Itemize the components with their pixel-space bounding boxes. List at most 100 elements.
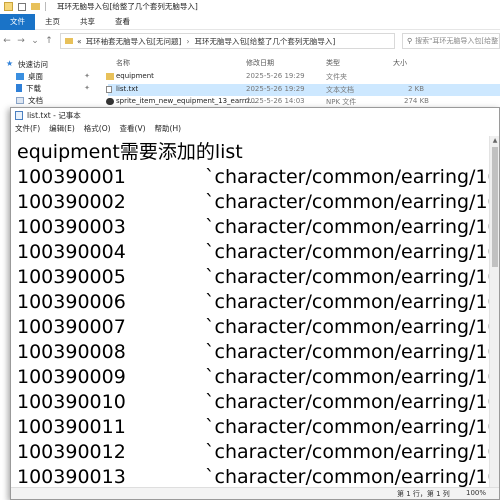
item-path: `character/common/earring/100 (205, 441, 489, 463)
up-arrow-icon[interactable]: ↑ (42, 36, 56, 46)
ribbon-tabs: 文件 主页 共享 查看 (0, 13, 500, 30)
tab-file[interactable]: 文件 (0, 13, 35, 30)
item-id: 100390009 (17, 366, 126, 388)
status-bar: 第 1 行，第 1 列 100% (11, 487, 499, 499)
item-id: 100390008 (17, 341, 126, 363)
text-line: 100390008 `character/common/earring/100 (17, 340, 489, 365)
pin-icon: ✦ (84, 84, 90, 92)
column-size[interactable]: 大小 (393, 58, 407, 68)
item-id: 100390005 (17, 266, 126, 288)
text-line: 100390012 `character/common/earring/100 (17, 440, 489, 465)
item-path: `character/common/earring/100 (205, 191, 489, 213)
document-icon (16, 96, 24, 104)
item-id: 100390013 (17, 466, 126, 488)
file-date: 2025-5-26 19:29 (246, 85, 305, 93)
properties-icon[interactable] (18, 2, 26, 11)
notepad-window: list.txt - 记事本 文件(F) 编辑(E) 格式(O) 查看(V) 帮… (10, 107, 500, 500)
item-path: `character/common/earring/100 (205, 366, 489, 388)
text-line: 100390009 `character/common/earring/100 (17, 365, 489, 390)
sidebar-item-label: 下载 (26, 83, 41, 93)
cursor-position: 第 1 行，第 1 列 (397, 490, 450, 498)
item-path: `character/common/earring/100 (205, 291, 489, 313)
zoom-level: 100% (466, 489, 487, 497)
file-list-header: 名称 修改日期 类型 大小 (108, 56, 500, 70)
text-line: 100390005 `character/common/earring/100 (17, 265, 489, 290)
text-line: 100390006 `character/common/earring/100 (17, 290, 489, 315)
item-path: `character/common/earring/100 (205, 266, 489, 288)
divider (45, 2, 46, 11)
search-icon: ⚲ (407, 37, 413, 45)
text-line: 100390003 `character/common/earring/100 (17, 215, 489, 240)
item-path: `character/common/earring/100 (205, 341, 489, 363)
sidebar-item-quick-access[interactable]: ★ 快速访问 (0, 58, 96, 70)
sidebar-item-label: 桌面 (28, 71, 43, 81)
header-line: equipment需要添加的list (17, 141, 243, 163)
menu-edit[interactable]: 编辑(E) (49, 123, 75, 134)
address-bar[interactable]: « 耳环袖套无脑导入包[无问题] › 耳环无脑导入包[给整了几个套列无脑导入] (60, 33, 395, 49)
column-date[interactable]: 修改日期 (246, 58, 274, 68)
text-line: 100390011 `character/common/earring/100 (17, 415, 489, 440)
item-id: 100390004 (17, 241, 126, 263)
forward-arrow-icon[interactable]: → (14, 36, 28, 46)
desktop: 耳环无脑导入包[给整了几个套列无脑导入] 文件 主页 共享 查看 ← → ⌄ ↑… (0, 0, 500, 500)
notepad-titlebar[interactable]: list.txt - 记事本 (11, 108, 499, 122)
text-line: 100390004 `character/common/earring/100 (17, 240, 489, 265)
item-path: `character/common/earring/100 (205, 216, 489, 238)
scroll-up-icon[interactable]: ▲ (490, 136, 500, 146)
item-path: `character/common/earring/100 (205, 316, 489, 338)
text-line: 100390002 `character/common/earring/100 (17, 190, 489, 215)
tab-view[interactable]: 查看 (105, 14, 140, 30)
file-row-selected[interactable]: list.txt 2025-5-26 19:29 文本文档 2 KB (106, 84, 500, 96)
notepad-icon (15, 110, 23, 120)
notepad-menubar: 文件(F) 编辑(E) 格式(O) 查看(V) 帮助(H) (11, 122, 499, 135)
text-line: 100390013 `character/common/earring/100 (17, 465, 489, 488)
item-id: 100390001 (17, 166, 126, 188)
column-type[interactable]: 类型 (326, 58, 340, 68)
file-size: 2 KB (408, 85, 425, 93)
item-id: 100390003 (17, 216, 126, 238)
menu-format[interactable]: 格式(O) (84, 123, 111, 134)
sidebar-item-label: 快速访问 (18, 59, 48, 69)
file-type: 文本文档 (326, 86, 354, 94)
search-input[interactable]: ⚲ 搜索"耳环无脑导入包[给整了几个... (402, 33, 500, 49)
item-id: 100390006 (17, 291, 126, 313)
download-icon (16, 84, 22, 92)
menu-view[interactable]: 查看(V) (120, 123, 146, 134)
file-row[interactable]: equipment 2025-5-26 19:29 文件夹 (106, 71, 500, 83)
desktop-icon (16, 72, 24, 80)
npk-file-icon (106, 98, 114, 105)
breadcrumb-item[interactable]: 耳环袖套无脑导入包[无问题] (86, 36, 182, 47)
new-folder-icon[interactable] (31, 3, 40, 10)
scrollbar-thumb[interactable] (492, 147, 498, 267)
file-type: NPK 文件 (326, 98, 357, 106)
tab-share[interactable]: 共享 (70, 14, 105, 30)
chevron-down-icon[interactable]: ⌄ (28, 36, 42, 46)
item-path: `character/common/earring/100 (205, 466, 489, 488)
item-path: `character/common/earring/100 (205, 416, 489, 438)
notepad-title: list.txt - 记事本 (27, 110, 81, 120)
vertical-scrollbar[interactable]: ▲ (489, 136, 499, 488)
menu-file[interactable]: 文件(F) (15, 123, 40, 134)
tab-home[interactable]: 主页 (35, 14, 70, 30)
folder-icon (65, 38, 73, 44)
item-id: 100390010 (17, 391, 126, 413)
sidebar-item-downloads[interactable]: 下载 ✦ (0, 82, 96, 94)
item-id: 100390012 (17, 441, 126, 463)
back-arrow-icon[interactable]: ← (0, 36, 14, 46)
breadcrumb-item[interactable]: 耳环无脑导入包[给整了几个套列无脑导入] (194, 36, 335, 47)
file-name: list.txt (116, 85, 139, 93)
search-placeholder: 搜索"耳环无脑导入包[给整了几个... (415, 37, 499, 45)
sidebar-item-desktop[interactable]: 桌面 ✦ (0, 70, 96, 82)
sidebar-item-documents[interactable]: 文档 (0, 94, 96, 106)
text-editor-area[interactable]: equipment需要添加的list 100390001 `character/c… (11, 136, 489, 488)
column-name[interactable]: 名称 (116, 58, 130, 68)
item-path: `character/common/earring/100 (205, 166, 489, 188)
menu-help[interactable]: 帮助(H) (155, 123, 182, 134)
folder-icon (106, 73, 114, 80)
text-line: 100390001 `character/common/earring/100 (17, 165, 489, 190)
item-id: 100390011 (17, 416, 126, 438)
text-file-icon (106, 86, 112, 93)
item-path: `character/common/earring/100 (205, 241, 489, 263)
text-line: 100390007 `character/common/earring/100 (17, 315, 489, 340)
chevron-right-icon: › (186, 36, 190, 46)
